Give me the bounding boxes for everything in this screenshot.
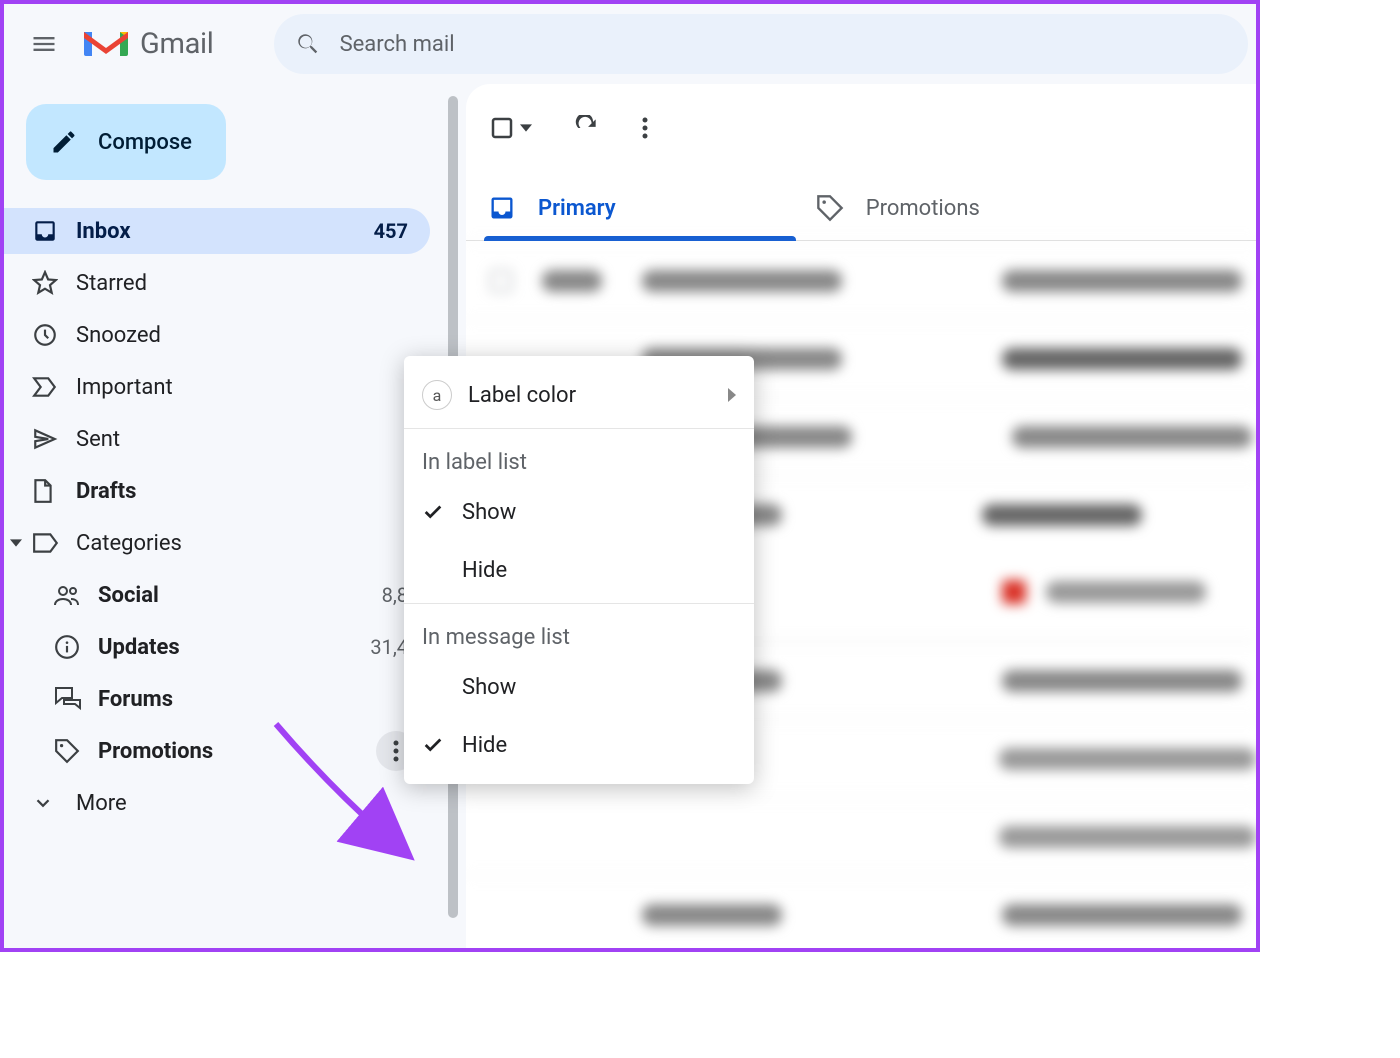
menu-item-label-color[interactable]: a Label color — [404, 366, 754, 424]
inbox-count: 457 — [374, 219, 430, 243]
sidebar-item-snoozed[interactable]: Snoozed — [4, 312, 430, 358]
chevron-down-icon — [32, 792, 54, 814]
sidebar-item-more[interactable]: More — [4, 780, 430, 826]
color-swatch-icon: a — [422, 380, 452, 410]
search-icon — [294, 30, 322, 58]
check-icon — [422, 501, 444, 523]
message-row[interactable] — [466, 797, 1256, 875]
toolbar-more-button[interactable] — [642, 116, 648, 140]
inbox-icon — [32, 218, 58, 244]
gmail-logo-icon — [80, 24, 132, 64]
sidebar-item-social[interactable]: Social 8,8 — [4, 572, 430, 618]
menu-section-label-list: In label list — [404, 433, 754, 483]
menu-item-labellist-hide[interactable]: Hide — [404, 541, 754, 599]
inbox-icon — [488, 194, 516, 222]
select-all-checkbox[interactable] — [490, 116, 532, 140]
pencil-icon — [50, 128, 78, 156]
clock-icon — [32, 322, 58, 348]
tab-promotions[interactable]: Promotions — [816, 176, 980, 240]
refresh-icon — [574, 115, 600, 141]
caret-down-icon — [10, 537, 22, 549]
sidebar-item-categories[interactable]: Categories — [4, 520, 430, 566]
search-bar[interactable]: Search mail — [274, 14, 1248, 74]
compose-button[interactable]: Compose — [26, 104, 226, 180]
tag-icon — [54, 738, 80, 764]
important-icon — [32, 376, 58, 398]
menu-item-labellist-show[interactable]: Show — [404, 483, 754, 541]
tab-primary[interactable]: Primary — [488, 176, 616, 240]
more-vert-icon — [642, 116, 648, 140]
compose-label: Compose — [98, 130, 192, 155]
sidebar-item-important[interactable]: Important — [4, 364, 430, 410]
forums-icon — [54, 686, 82, 712]
checkbox-icon — [490, 116, 514, 140]
sidebar-item-forums[interactable]: Forums — [4, 676, 430, 722]
label-icon — [32, 532, 60, 554]
check-icon — [422, 734, 444, 756]
menu-section-message-list: In message list — [404, 608, 754, 658]
sidebar: Compose Inbox 457 Starred Snoozed Import… — [4, 84, 444, 948]
message-row[interactable] — [466, 875, 1256, 948]
sidebar-item-promotions[interactable]: Promotions — [4, 728, 430, 774]
send-icon — [32, 426, 58, 452]
refresh-button[interactable] — [574, 115, 600, 141]
label-context-menu: a Label color In label list Show Hide In… — [404, 356, 754, 784]
tag-icon — [816, 194, 844, 222]
sidebar-item-inbox[interactable]: Inbox 457 — [4, 208, 430, 254]
hamburger-icon — [30, 30, 58, 58]
sidebar-item-updates[interactable]: Updates 31,4 — [4, 624, 430, 670]
sidebar-item-starred[interactable]: Starred — [4, 260, 430, 306]
gmail-logo[interactable]: Gmail — [80, 24, 214, 64]
message-row[interactable] — [466, 241, 1256, 319]
product-name: Gmail — [140, 27, 214, 61]
sidebar-item-drafts[interactable]: Drafts — [4, 468, 430, 514]
menu-item-msglist-show[interactable]: Show — [404, 658, 754, 716]
sidebar-item-sent[interactable]: Sent — [4, 416, 430, 462]
info-icon — [54, 634, 80, 660]
chevron-right-icon — [728, 388, 738, 402]
main-menu-button[interactable] — [16, 16, 72, 72]
people-icon — [54, 584, 82, 606]
more-vert-icon — [393, 740, 399, 762]
star-icon — [32, 270, 58, 296]
caret-down-icon — [520, 122, 532, 134]
search-placeholder: Search mail — [340, 32, 455, 57]
menu-item-msglist-hide[interactable]: Hide — [404, 716, 754, 774]
file-icon — [32, 478, 54, 504]
